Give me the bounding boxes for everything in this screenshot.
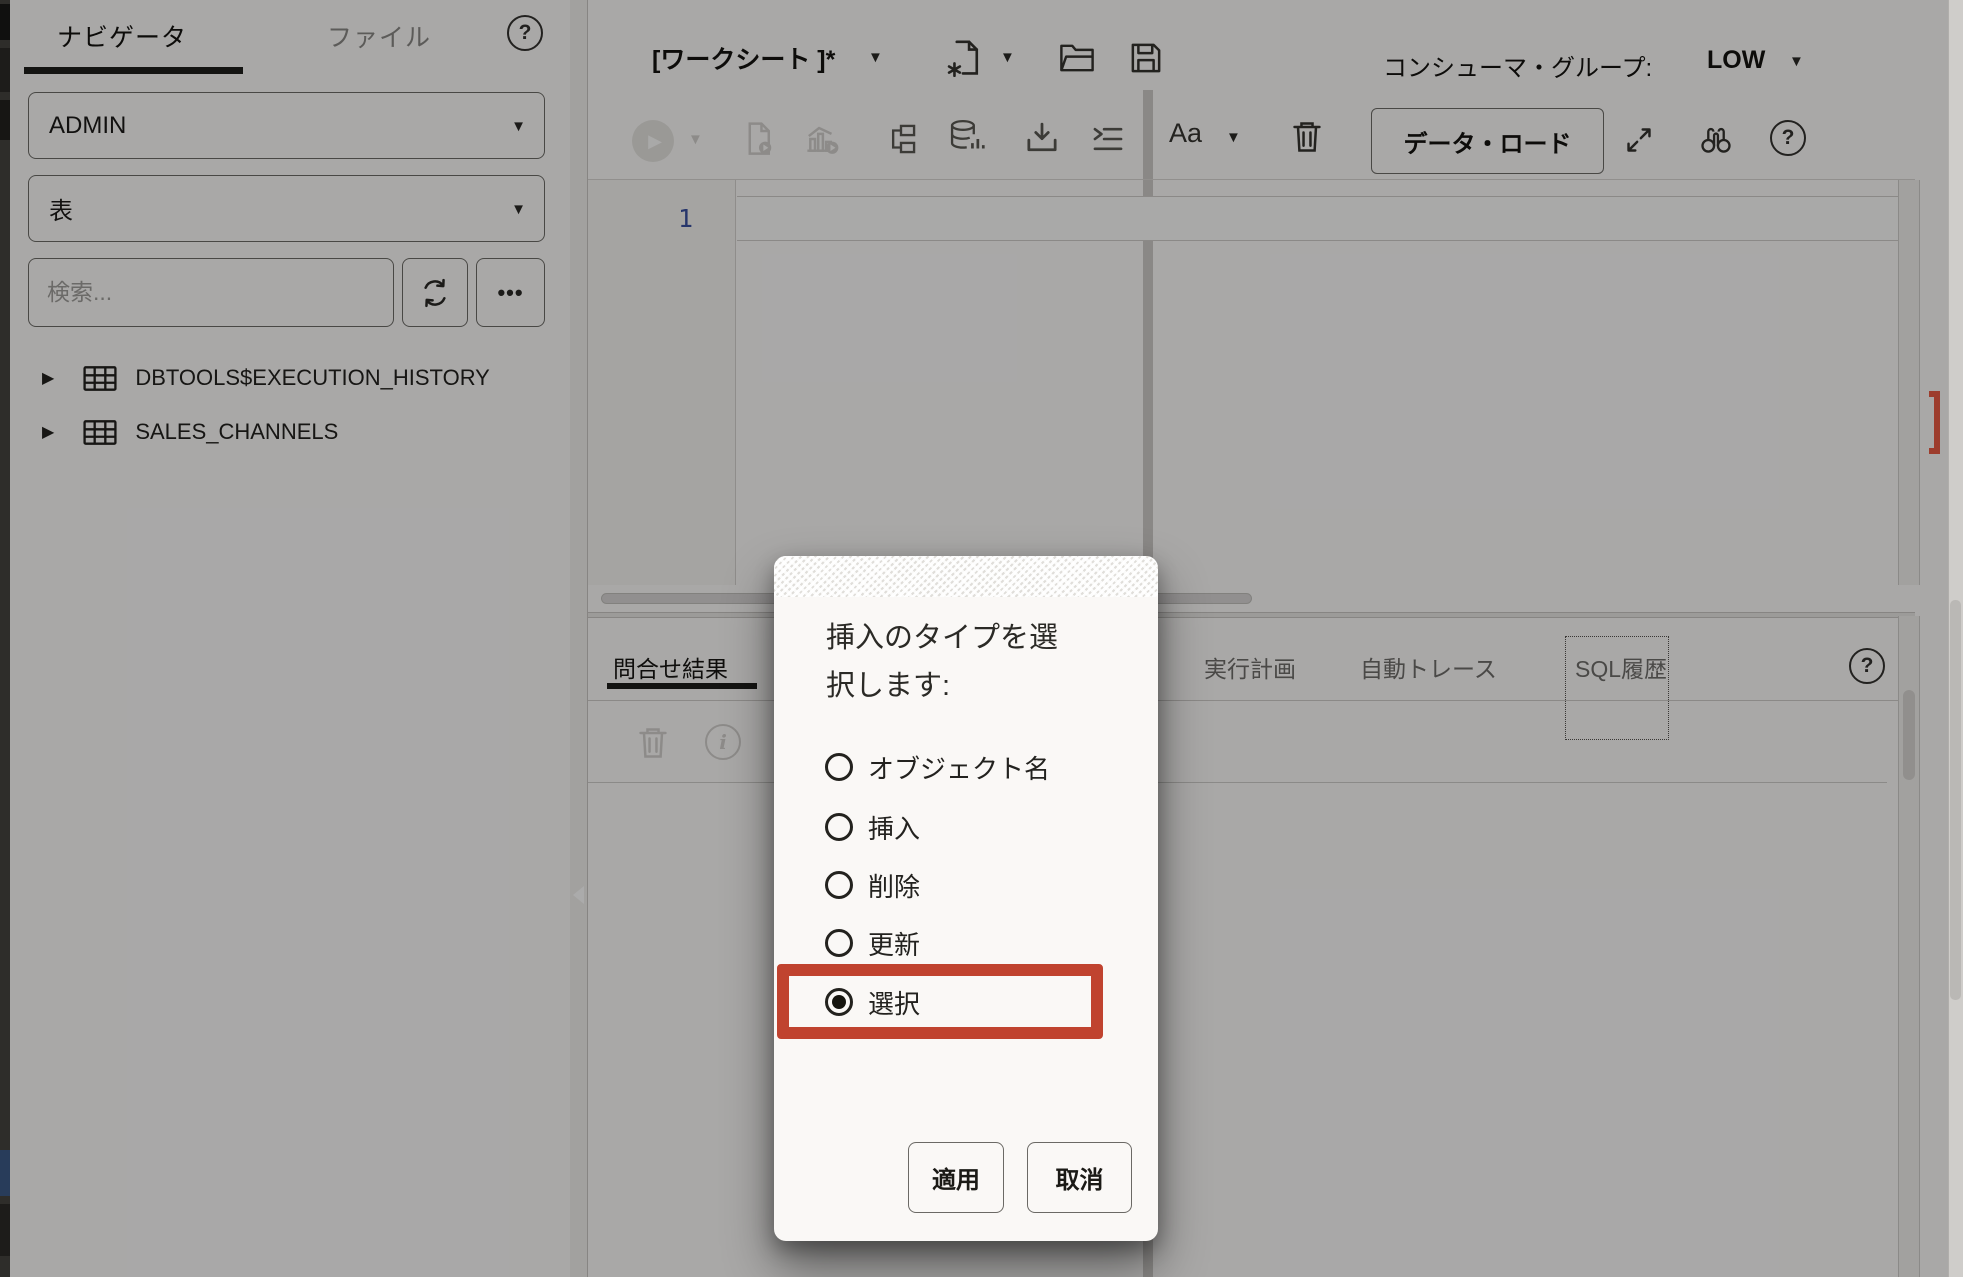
radio-icon[interactable] <box>825 753 853 781</box>
radio-label: 削除 <box>868 867 920 904</box>
radio-option-object-name[interactable]: オブジェクト名 <box>825 750 1050 784</box>
dialog-header-texture <box>774 556 1158 597</box>
radio-option-update[interactable]: 更新 <box>825 926 920 960</box>
apply-button[interactable]: 適用 <box>908 1142 1004 1213</box>
radio-icon[interactable] <box>825 929 853 957</box>
radio-label: 選択 <box>868 984 920 1021</box>
insert-type-dialog: 挿入のタイプを選択します: オブジェクト名 挿入 削除 更新 選択 適用 取消 <box>774 556 1158 1241</box>
cancel-button[interactable]: 取消 <box>1027 1142 1132 1213</box>
radio-label: 更新 <box>868 925 920 962</box>
radio-option-select[interactable]: 選択 <box>825 985 920 1019</box>
radio-option-delete[interactable]: 削除 <box>825 868 920 902</box>
cancel-label: 取消 <box>1056 1160 1104 1195</box>
radio-icon[interactable] <box>825 871 853 899</box>
radio-selected-icon[interactable] <box>825 988 853 1016</box>
radio-label: 挿入 <box>868 809 920 846</box>
dialog-title: 挿入のタイプを選択します: <box>826 614 1076 710</box>
apply-label: 適用 <box>932 1160 980 1195</box>
window-scrollbar-thumb[interactable] <box>1950 600 1961 1000</box>
radio-option-insert[interactable]: 挿入 <box>825 810 920 844</box>
radio-label: オブジェクト名 <box>868 749 1050 786</box>
radio-icon[interactable] <box>825 813 853 841</box>
